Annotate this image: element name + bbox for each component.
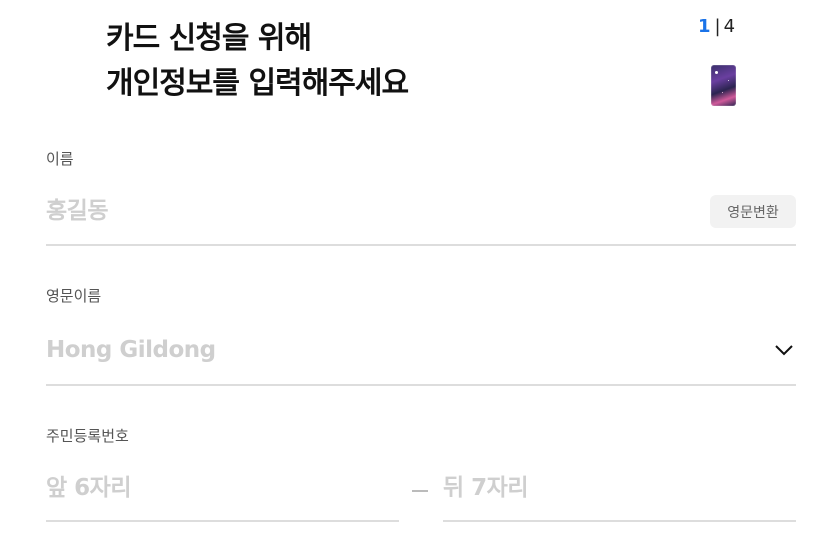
- page-title-line-1: 카드 신청을 위해: [106, 21, 312, 56]
- chevron-down-icon[interactable]: [774, 340, 794, 360]
- page-title-line-2: 개인정보를 입력해주세요: [106, 66, 409, 101]
- name-input-underline: [46, 244, 796, 246]
- name-label: 이름: [46, 150, 74, 168]
- english-name-underline: [46, 384, 796, 386]
- english-name-select[interactable]: Hong Gildong: [46, 339, 216, 362]
- resident-number-dash: [412, 490, 428, 492]
- step-indicator: 1 | 4: [698, 18, 735, 36]
- english-convert-button[interactable]: 영문변환: [710, 195, 796, 228]
- resident-number-back-underline: [443, 520, 796, 522]
- resident-number-back-input[interactable]: 뒤 7자리: [443, 477, 529, 500]
- resident-number-front-input[interactable]: 앞 6자리: [46, 477, 132, 500]
- resident-number-front-underline: [46, 520, 399, 522]
- step-separator: |: [714, 16, 721, 37]
- name-input[interactable]: 홍길동: [46, 200, 108, 223]
- step-total: 4: [723, 16, 736, 37]
- step-current: 1: [698, 16, 711, 37]
- english-name-label: 영문이름: [46, 287, 102, 305]
- resident-number-label: 주민등록번호: [46, 427, 129, 445]
- card-thumbnail-image: [711, 65, 736, 106]
